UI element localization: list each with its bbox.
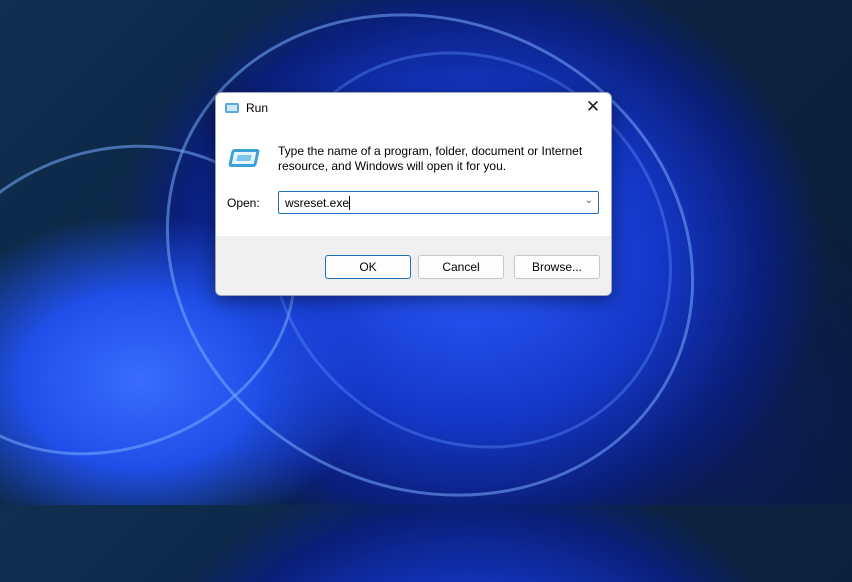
browse-button[interactable]: Browse... [514, 255, 600, 279]
dialog-title: Run [246, 101, 269, 115]
button-bar: OK Cancel Browse... [216, 236, 611, 295]
run-app-icon [225, 103, 239, 113]
cancel-button[interactable]: Cancel [418, 255, 504, 279]
close-button[interactable]: ✕ [583, 98, 603, 116]
title-bar[interactable]: Run [216, 93, 611, 123]
ok-button[interactable]: OK [325, 255, 411, 279]
open-label: Open: [227, 196, 260, 210]
chevron-down-icon[interactable]: ⌄ [585, 195, 593, 206]
run-icon [228, 149, 260, 167]
description-text: Type the name of a program, folder, docu… [278, 144, 583, 173]
open-input[interactable]: wsreset.exe [285, 196, 349, 210]
text-caret [349, 195, 351, 210]
run-dialog: Run ✕ Type the name of a program, folder… [215, 92, 612, 296]
open-combobox[interactable]: wsreset.exe ⌄ [278, 191, 599, 214]
